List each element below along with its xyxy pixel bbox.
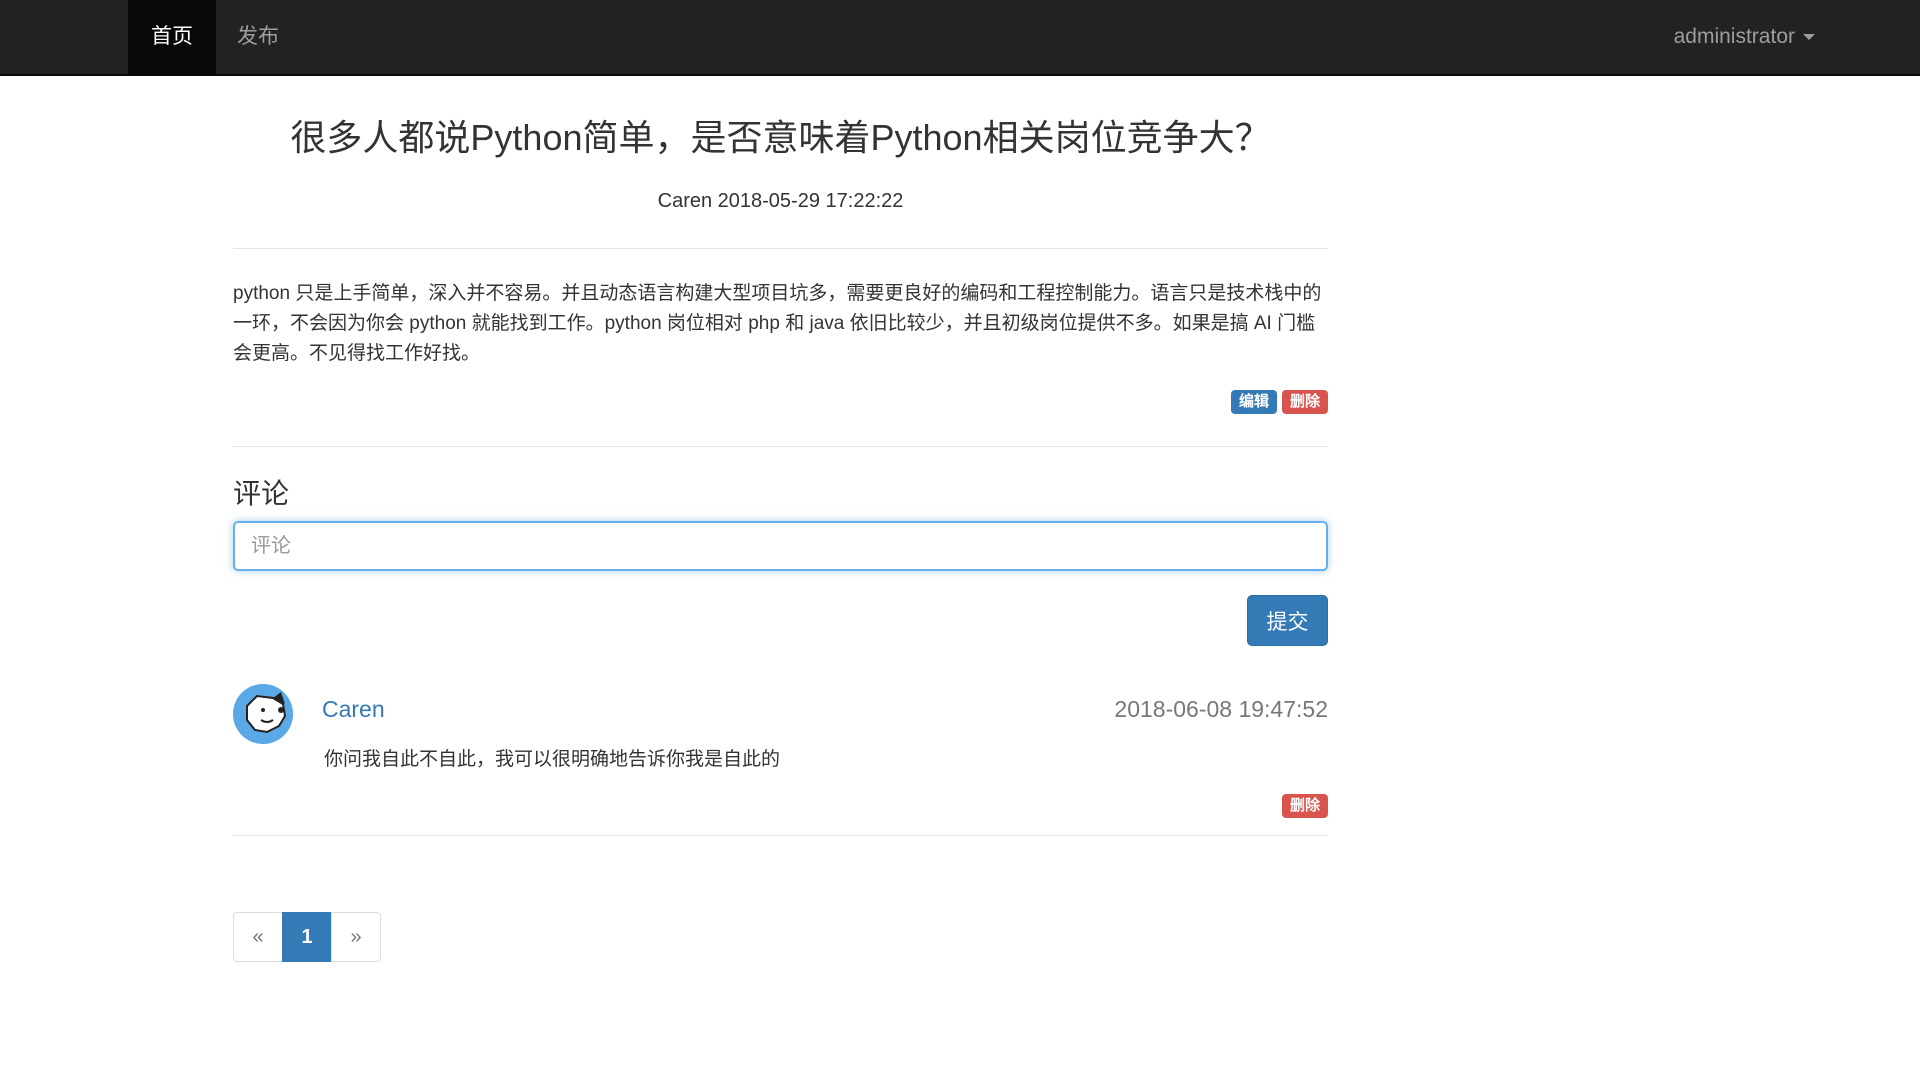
post-title: 很多人都说Python简单，是否意味着Python相关岗位竞争大？ xyxy=(290,117,1271,158)
delete-post-button[interactable]: 删除 xyxy=(1281,390,1328,414)
divider xyxy=(233,835,1328,836)
comment-timestamp: 2018-06-08 19:47:52 xyxy=(1114,696,1328,722)
delete-comment-button[interactable]: 删除 xyxy=(1281,794,1328,818)
divider xyxy=(233,248,1328,249)
comment-input[interactable] xyxy=(233,521,1328,571)
user-name: administrator xyxy=(1673,25,1795,48)
post-body: python 只是上手简单，深入并不容易。并且动态语言构建大型项目坑多，需要更良… xyxy=(233,283,1322,364)
pagination: « 1 » xyxy=(233,912,381,962)
comment-author-link[interactable]: Caren xyxy=(322,696,385,723)
prev-page-button[interactable]: « xyxy=(233,912,283,962)
caret-down-icon xyxy=(1803,34,1815,41)
comments-heading: 评论 xyxy=(233,478,290,509)
submit-comment-button[interactable]: 提交 xyxy=(1247,595,1328,646)
post-actions: 编辑 删除 xyxy=(1230,390,1328,414)
user-dropdown[interactable]: administrator xyxy=(1674,0,1815,74)
nav-publish-link[interactable]: 发布 xyxy=(216,0,300,74)
edit-post-button[interactable]: 编辑 xyxy=(1230,390,1277,414)
divider xyxy=(233,446,1328,447)
avatar xyxy=(233,684,293,744)
next-page-button[interactable]: » xyxy=(331,912,381,962)
top-navbar: 首页 发布 administrator xyxy=(0,0,1920,76)
comment-item: Caren 2018-06-08 19:47:52 你问我自此不自此，我可以很明… xyxy=(233,684,1328,830)
post-meta: Caren 2018-05-29 17:22:22 xyxy=(657,190,904,212)
comment-text: 你问我自此不自此，我可以很明确地告诉你我是自此的 xyxy=(324,749,781,770)
page-number-current[interactable]: 1 xyxy=(282,912,332,962)
dog-avatar-icon xyxy=(233,684,293,744)
comment-actions: 删除 xyxy=(1281,794,1328,818)
nav-home-link[interactable]: 首页 xyxy=(128,0,216,74)
